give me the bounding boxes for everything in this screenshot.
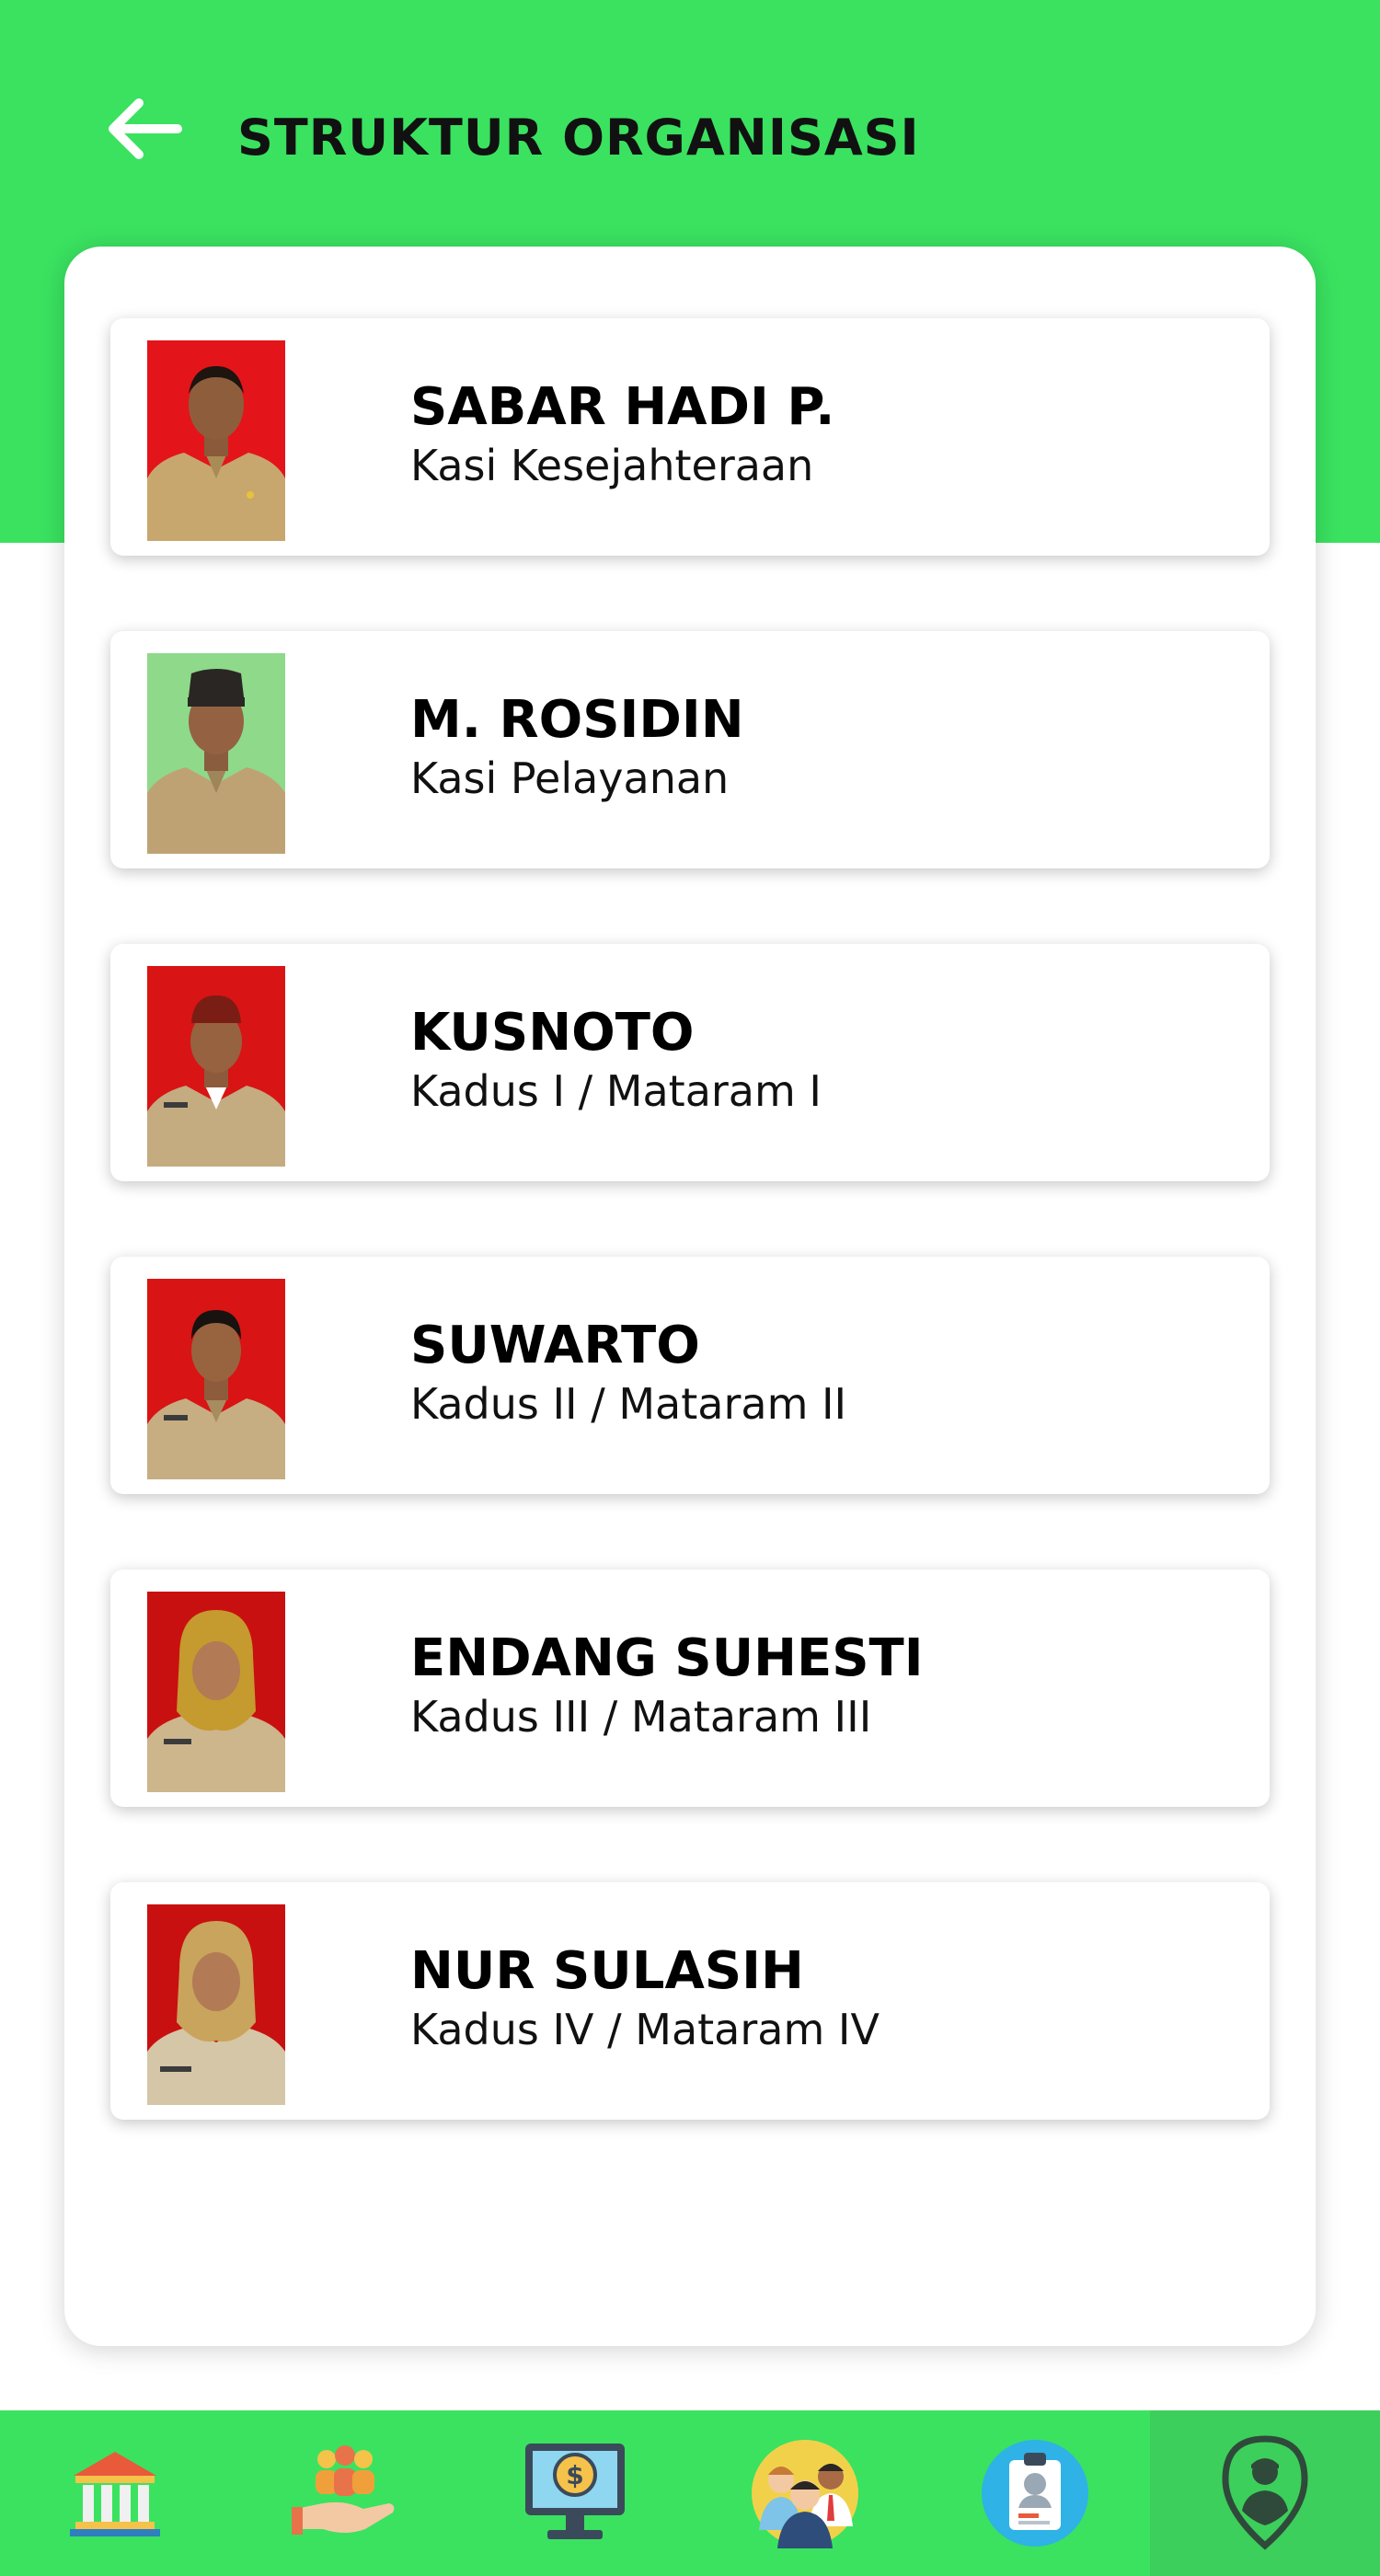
person-card-endang-suhesti[interactable]: ENDANG SUHESTI Kadus III / Mataram III [110,1570,1270,1807]
person-name: SUWARTO [410,1316,700,1375]
person-name: ENDANG SUHESTI [410,1628,924,1688]
person-card-nur-sulasih[interactable]: NUR SULASIH Kadus IV / Mataram IV [110,1882,1270,2120]
person-name: M. ROSIDIN [410,690,744,750]
person-photo [147,1279,285,1479]
person-card-m-rosidin[interactable]: M. ROSIDIN Kasi Pelayanan [110,631,1270,868]
person-name: KUSNOTO [410,1003,695,1063]
person-photo [147,653,285,854]
person-role: Kasi Pelayanan [410,753,730,803]
person-role: Kadus I / Mataram I [410,1066,822,1116]
community-hand-icon [292,2445,395,2535]
user-location-pin-icon [1222,2435,1308,2550]
arrow-left-icon [109,98,182,159]
person-role: Kasi Kesejahteraan [410,441,814,490]
person-card-suwarto[interactable]: SUWARTO Kadus II / Mataram II [110,1257,1270,1494]
government-building-icon [70,2452,160,2536]
person-role: Kadus III / Mataram III [410,1692,872,1742]
person-role: Kadus IV / Mataram IV [410,2005,880,2054]
nav-item-structure[interactable] [1150,2410,1380,2576]
bottom-navigation: $ [0,2410,1380,2576]
organization-list-card: SABAR HADI P. Kasi Kesejahteraan M. ROSI… [64,247,1316,2346]
nav-item-finance[interactable]: $ [460,2410,690,2576]
person-photo [147,1904,285,2105]
person-name: NUR SULASIH [410,1941,804,2001]
back-button[interactable] [99,85,188,173]
nav-item-profile[interactable] [920,2410,1150,2576]
people-group-icon [752,2440,858,2548]
id-clipboard-icon [982,2440,1088,2547]
person-role: Kadus II / Mataram II [410,1379,847,1429]
page-title: STRUKTUR ORGANISASI [237,109,920,167]
person-photo [147,1592,285,1792]
nav-item-community[interactable] [230,2410,460,2576]
person-name: SABAR HADI P. [410,377,835,437]
svg-text:$: $ [566,2460,583,2490]
person-card-sabar-hadi[interactable]: SABAR HADI P. Kasi Kesejahteraan [110,318,1270,556]
person-card-kusnoto[interactable]: KUSNOTO Kadus I / Mataram I [110,944,1270,1181]
finance-monitor-icon: $ [525,2444,625,2539]
nav-item-people[interactable] [690,2410,920,2576]
person-photo [147,340,285,541]
person-photo [147,966,285,1167]
nav-item-government[interactable] [0,2410,230,2576]
